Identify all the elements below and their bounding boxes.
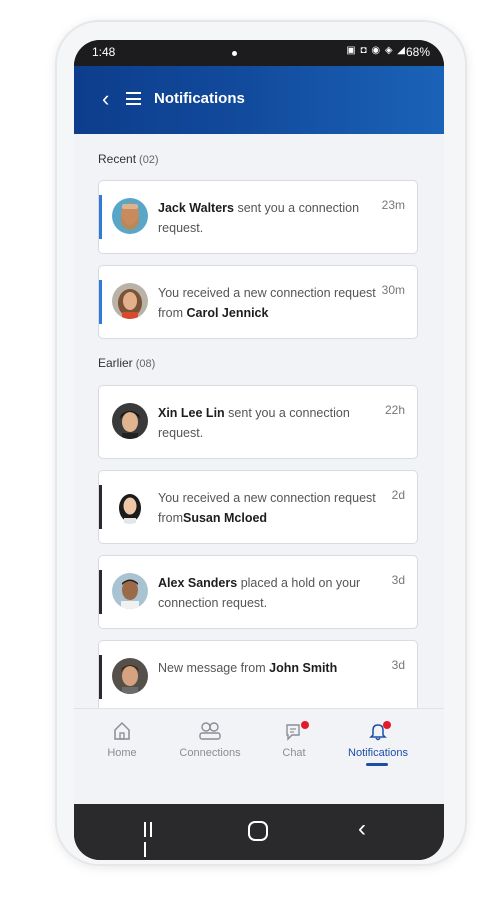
notifications-badge <box>383 721 391 729</box>
notification-time: 2d <box>391 488 405 502</box>
read-indicator <box>99 485 102 529</box>
notification-text: You received a new connection request fr… <box>158 286 376 320</box>
system-nav-bar: ‹ <box>74 804 444 860</box>
notification-time: 23m <box>381 198 405 212</box>
section-label: Recent <box>98 152 137 166</box>
section-recent: Recent (02) <box>98 152 159 166</box>
avatar <box>112 198 148 234</box>
bottom-tab-bar: Home Connections Chat Notifications <box>74 708 444 804</box>
tab-label: Chat <box>282 747 306 759</box>
notification-time: 3d <box>391 658 405 672</box>
notification-text: You received a new connection request fr… <box>158 491 376 525</box>
tab-connections[interactable]: Connections <box>170 721 250 759</box>
avatar <box>112 283 148 319</box>
system-back-icon[interactable]: ‹ <box>358 817 366 841</box>
page-title: Notifications <box>154 90 245 107</box>
notification-card[interactable]: Jack Walters sent you a connection reque… <box>98 180 418 254</box>
section-count: (08) <box>135 358 156 370</box>
tab-home[interactable]: Home <box>82 721 162 759</box>
section-earlier: Earlier (08) <box>98 356 155 370</box>
avatar <box>112 488 148 524</box>
notifications-list[interactable]: Recent (02) Jack Walters sent you a conne… <box>74 134 444 752</box>
notification-time: 3d <box>391 573 405 587</box>
tab-label: Connections <box>179 747 241 759</box>
chevron-left-icon[interactable]: ‹ <box>102 88 109 110</box>
notification-card[interactable]: You received a new connection request fr… <box>98 265 418 339</box>
battery-level: 68% <box>405 45 430 59</box>
recents-icon[interactable] <box>144 822 160 857</box>
notification-time: 30m <box>381 283 405 297</box>
tab-label: Notifications <box>348 747 408 759</box>
menu-icon[interactable] <box>126 92 141 105</box>
tab-notifications[interactable]: Notifications <box>338 721 418 766</box>
notification-text: Alex Sanders placed a hold on your conne… <box>158 576 361 610</box>
chat-badge <box>301 721 309 729</box>
status-time: 1:48 <box>92 45 116 59</box>
read-indicator <box>99 655 102 699</box>
unread-indicator <box>99 280 102 324</box>
status-icons: ▣ ◘ ◉ ◈ ◢ <box>346 45 406 56</box>
notification-text: Xin Lee Lin sent you a connection reques… <box>158 406 350 440</box>
notification-text: New message from John Smith <box>158 661 338 675</box>
app-header: ‹ Notifications <box>74 66 444 134</box>
active-tab-indicator <box>366 763 388 766</box>
notification-card[interactable]: Xin Lee Lin sent you a connection reques… <box>98 385 418 459</box>
tab-label: Home <box>107 747 137 759</box>
avatar <box>112 403 148 439</box>
read-indicator <box>99 570 102 614</box>
bell-icon <box>338 721 418 747</box>
section-count: (02) <box>139 154 159 166</box>
home-icon <box>82 721 162 747</box>
status-bar: 1:48 ▣ ◘ ◉ ◈ ◢ 68% <box>74 40 444 66</box>
notification-text: Jack Walters sent you a connection reque… <box>158 201 360 235</box>
tab-chat[interactable]: Chat <box>254 721 334 759</box>
section-label: Earlier <box>98 356 133 370</box>
notification-card[interactable]: You received a new connection request fr… <box>98 470 418 544</box>
notification-time: 22h <box>384 403 405 417</box>
chat-icon <box>254 721 334 747</box>
notification-card[interactable]: New message from John Smith 3d <box>98 640 418 714</box>
notification-card[interactable]: Alex Sanders placed a hold on your conne… <box>98 555 418 629</box>
connections-icon <box>170 721 250 747</box>
avatar <box>112 658 148 694</box>
avatar <box>112 573 148 609</box>
phone-screen: 1:48 ▣ ◘ ◉ ◈ ◢ 68% ‹ Notifications Recen… <box>74 40 444 860</box>
home-button-icon[interactable] <box>248 821 268 841</box>
camera-dot <box>232 51 237 56</box>
unread-indicator <box>99 195 102 239</box>
